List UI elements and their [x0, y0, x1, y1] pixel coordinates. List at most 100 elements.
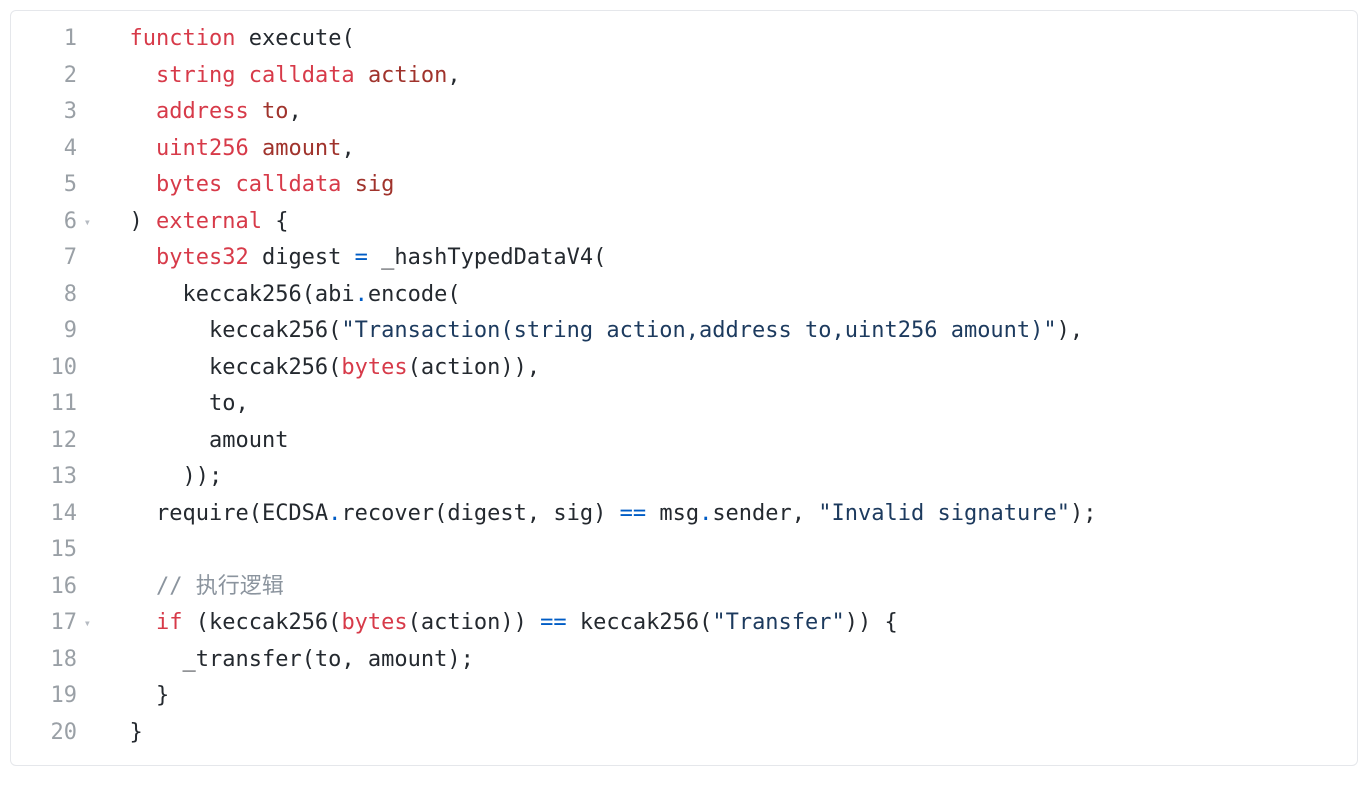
code-line: 17▾ if (keccak256(bytes(action)) == kecc… — [11, 605, 1357, 642]
code-content: keccak256(bytes(action)), — [85, 350, 1357, 387]
code-line: 14 require(ECDSA.recover(digest, sig) ==… — [11, 496, 1357, 533]
code-token: "Invalid signature" — [818, 501, 1070, 526]
code-content: // 执行逻辑 — [85, 569, 1357, 606]
code-line: 12 amount — [11, 423, 1357, 460]
code-token: encode( — [368, 282, 461, 307]
line-number: 17▾ — [11, 605, 85, 642]
code-token: "Transaction(string action,address to,ui… — [341, 318, 1056, 343]
code-line: 6▾ ) external { — [11, 204, 1357, 241]
code-token: _hashTypedDataV4( — [368, 245, 606, 270]
code-token: ), — [1057, 318, 1084, 343]
code-token: keccak256( — [209, 318, 341, 343]
code-token: external — [156, 209, 262, 234]
line-number: 5 — [11, 167, 85, 204]
code-line: 16 // 执行逻辑 — [11, 569, 1357, 606]
line-number: 18 — [11, 642, 85, 679]
code-token: == — [620, 501, 647, 526]
code-token: msg — [646, 501, 699, 526]
code-token: keccak256(abi — [182, 282, 354, 307]
code-token: , — [341, 136, 354, 161]
code-content: string calldata action, — [85, 58, 1357, 95]
code-token: = — [355, 245, 368, 270]
code-token: (keccak256( — [182, 610, 341, 635]
code-token: . — [355, 282, 368, 307]
code-line: 15 — [11, 532, 1357, 569]
code-token: action — [368, 63, 447, 88]
code-token: . — [699, 501, 712, 526]
code-line: 19 } — [11, 678, 1357, 715]
code-token: "Transfer" — [712, 610, 844, 635]
code-content: )); — [85, 459, 1357, 496]
code-line: 3 address to, — [11, 94, 1357, 131]
line-number: 7 — [11, 240, 85, 277]
line-number: 14 — [11, 496, 85, 533]
line-number: 6▾ — [11, 204, 85, 241]
code-content: bytes calldata sig — [85, 167, 1357, 204]
line-number: 3 — [11, 94, 85, 131]
code-token: bytes32 — [156, 245, 249, 270]
code-content: keccak256("Transaction(string action,add… — [85, 313, 1357, 350]
line-number: 20 — [11, 715, 85, 752]
line-number: 10 — [11, 350, 85, 387]
code-token: sender, — [712, 501, 818, 526]
code-token: digest — [249, 245, 355, 270]
code-token — [249, 136, 262, 161]
code-token — [235, 63, 248, 88]
code-line: 2 string calldata action, — [11, 58, 1357, 95]
line-number: 13 — [11, 459, 85, 496]
code-line: 11 to, — [11, 386, 1357, 423]
code-content: function execute( — [85, 21, 1357, 58]
code-content: } — [85, 678, 1357, 715]
code-token — [341, 172, 354, 197]
code-token: _transfer(to, amount); — [182, 647, 473, 672]
code-line: 9 keccak256("Transaction(string action,a… — [11, 313, 1357, 350]
code-token: } — [130, 720, 143, 745]
code-token: { — [262, 209, 289, 234]
line-number: 2 — [11, 58, 85, 95]
code-token: string — [156, 63, 235, 88]
code-token: bytes — [156, 172, 222, 197]
code-token — [222, 172, 235, 197]
code-token: ( — [341, 26, 354, 51]
code-line: 4 uint256 amount, — [11, 131, 1357, 168]
code-token — [235, 26, 248, 51]
code-token: (action)) — [408, 610, 540, 635]
line-number: 19 — [11, 678, 85, 715]
code-line: 1 function execute( — [11, 21, 1357, 58]
code-token: to — [262, 99, 289, 124]
code-token: )) { — [845, 610, 898, 635]
code-token: sig — [355, 172, 395, 197]
code-content: to, — [85, 386, 1357, 423]
fold-toggle-icon[interactable]: ▾ — [84, 617, 91, 629]
code-token: // 执行逻辑 — [156, 574, 284, 599]
code-token: ); — [1070, 501, 1097, 526]
code-content: require(ECDSA.recover(digest, sig) == ms… — [85, 496, 1357, 533]
code-token: keccak256( — [209, 355, 341, 380]
code-token — [249, 99, 262, 124]
code-block: 1 function execute(2 string calldata act… — [10, 10, 1358, 766]
code-token: bytes — [341, 355, 407, 380]
code-token: if — [156, 610, 183, 635]
code-token: bytes — [341, 610, 407, 635]
code-token: , — [447, 63, 460, 88]
code-token: (action)), — [408, 355, 540, 380]
code-token: )); — [182, 464, 222, 489]
code-line: 7 bytes32 digest = _hashTypedDataV4( — [11, 240, 1357, 277]
code-line: 13 )); — [11, 459, 1357, 496]
code-token: , — [288, 99, 301, 124]
code-token: function — [130, 26, 236, 51]
code-line: 20 } — [11, 715, 1357, 752]
line-number: 4 — [11, 131, 85, 168]
code-token: calldata — [235, 172, 341, 197]
code-token: ) — [130, 209, 157, 234]
code-content: bytes32 digest = _hashTypedDataV4( — [85, 240, 1357, 277]
line-number: 8 — [11, 277, 85, 314]
fold-toggle-icon[interactable]: ▾ — [84, 216, 91, 228]
code-content: _transfer(to, amount); — [85, 642, 1357, 679]
code-token: execute — [249, 26, 342, 51]
code-token: keccak256( — [567, 610, 713, 635]
code-content: } — [85, 715, 1357, 752]
code-content: address to, — [85, 94, 1357, 131]
code-content: amount — [85, 423, 1357, 460]
code-token: == — [540, 610, 567, 635]
